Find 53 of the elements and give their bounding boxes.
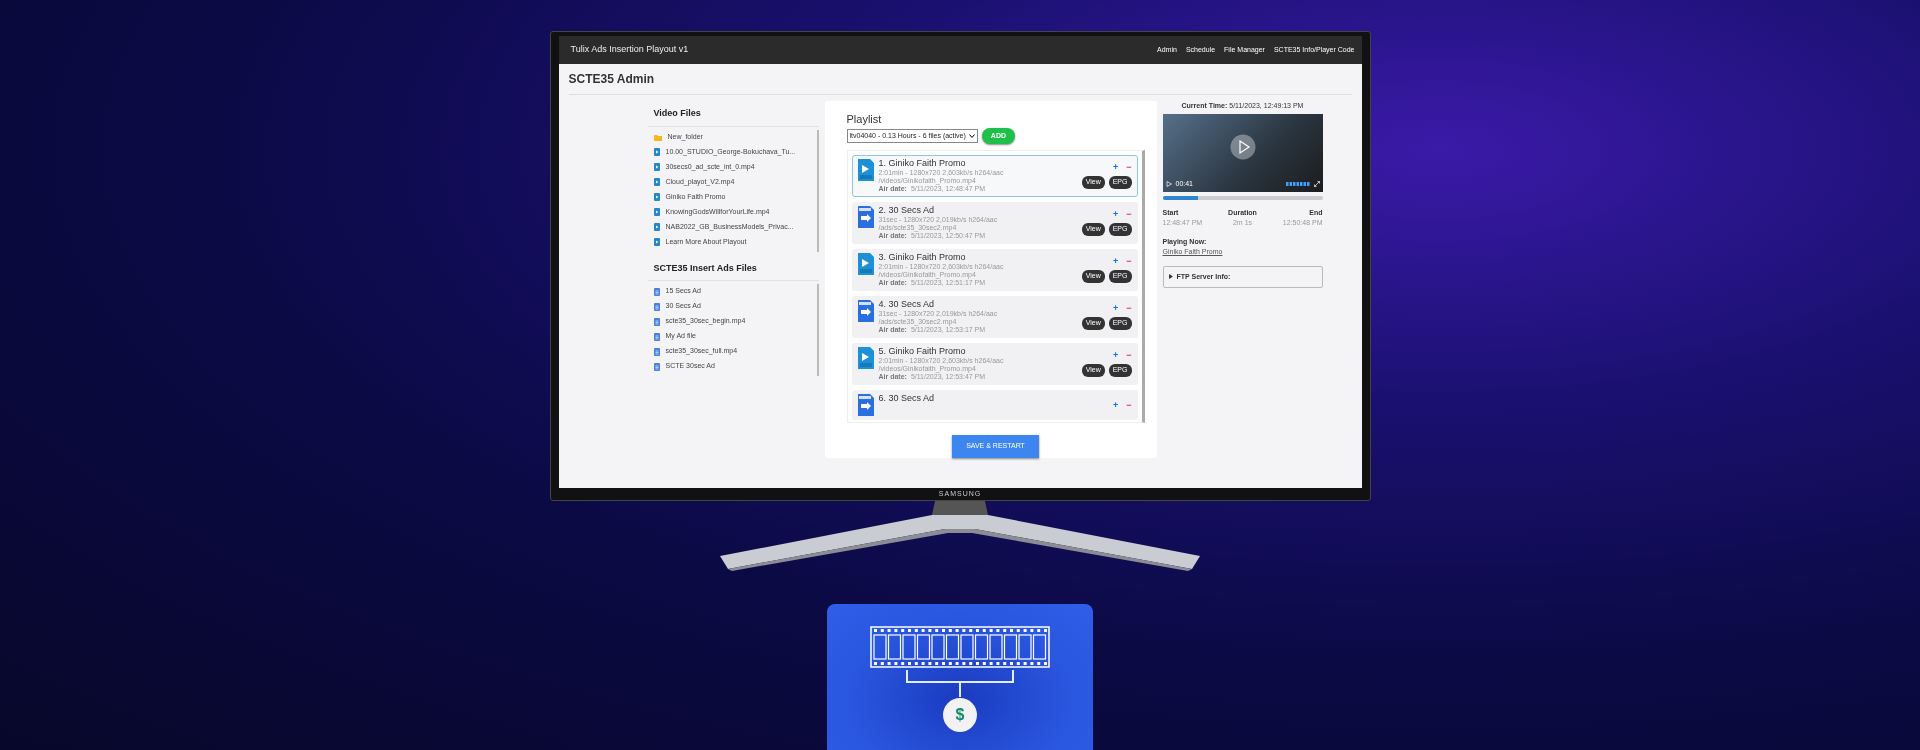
video-file-icon bbox=[653, 223, 660, 231]
expand-triangle-icon bbox=[1168, 274, 1173, 280]
add-item-button[interactable]: + bbox=[1112, 210, 1119, 220]
add-item-button[interactable]: + bbox=[1112, 304, 1119, 314]
play-icon bbox=[1229, 133, 1256, 160]
section-heading: SCTE35 Insert Ads Files bbox=[647, 255, 819, 281]
video-file-icon bbox=[653, 193, 660, 201]
dropdown-caret-icon bbox=[968, 133, 975, 138]
document-icon bbox=[653, 362, 660, 371]
video-file-icon bbox=[653, 208, 660, 216]
item-title: 1. Giniko Faith Promo bbox=[878, 159, 967, 169]
video-file-icon bbox=[857, 159, 874, 181]
add-item-button[interactable]: + bbox=[1112, 257, 1119, 267]
item-title: 3. Giniko Faith Promo bbox=[878, 253, 967, 263]
ad-file-icon bbox=[857, 394, 874, 417]
video-file-icon bbox=[653, 148, 660, 156]
video-file-icon bbox=[653, 238, 660, 246]
playlist-heading: Playlist bbox=[846, 112, 883, 127]
film-strip-icon bbox=[870, 626, 1050, 668]
remove-item-button[interactable]: − bbox=[1126, 210, 1132, 220]
add-item-button[interactable]: + bbox=[1112, 400, 1119, 410]
document-icon bbox=[653, 332, 660, 341]
dollar-coin-icon: $ bbox=[943, 698, 977, 732]
remove-item-button[interactable]: − bbox=[1126, 351, 1132, 361]
playlist-item[interactable]: 6. 30 Secs Ad + − bbox=[851, 390, 1138, 421]
play-icon bbox=[1165, 181, 1172, 188]
fullscreen-icon bbox=[1313, 181, 1320, 188]
volume-bars-icon bbox=[1285, 182, 1310, 187]
remove-item-button[interactable]: − bbox=[1126, 257, 1132, 267]
ad-file-icon bbox=[857, 206, 874, 229]
document-icon bbox=[653, 302, 660, 311]
video-file-icon bbox=[857, 253, 874, 276]
remove-item-button[interactable]: − bbox=[1126, 163, 1132, 173]
video-file-icon bbox=[653, 163, 660, 171]
item-title: 6. 30 Secs Ad bbox=[878, 394, 936, 405]
bracket-connector-icon bbox=[905, 668, 1015, 698]
ad-file-icon bbox=[857, 300, 874, 323]
app-title: Tulix Ads Insertion Playout v1 bbox=[570, 43, 689, 57]
item-title: 2. 30 Secs Ad bbox=[878, 206, 936, 216]
document-icon bbox=[653, 287, 660, 296]
folder-icon bbox=[653, 133, 662, 141]
document-icon bbox=[653, 317, 660, 326]
video-file-icon bbox=[653, 178, 660, 186]
document-icon bbox=[653, 347, 660, 356]
section-heading: Video Files bbox=[647, 101, 819, 127]
page-title: SCTE35 Admin bbox=[568, 64, 1352, 95]
add-item-button[interactable]: + bbox=[1112, 351, 1119, 361]
remove-item-button[interactable]: − bbox=[1126, 304, 1132, 314]
video-file-icon bbox=[857, 347, 874, 370]
item-title: 4. 30 Secs Ad bbox=[878, 300, 936, 310]
add-item-button[interactable]: + bbox=[1112, 163, 1119, 173]
item-title: 5. Giniko Faith Promo bbox=[878, 347, 967, 357]
remove-item-button[interactable]: − bbox=[1126, 400, 1132, 410]
